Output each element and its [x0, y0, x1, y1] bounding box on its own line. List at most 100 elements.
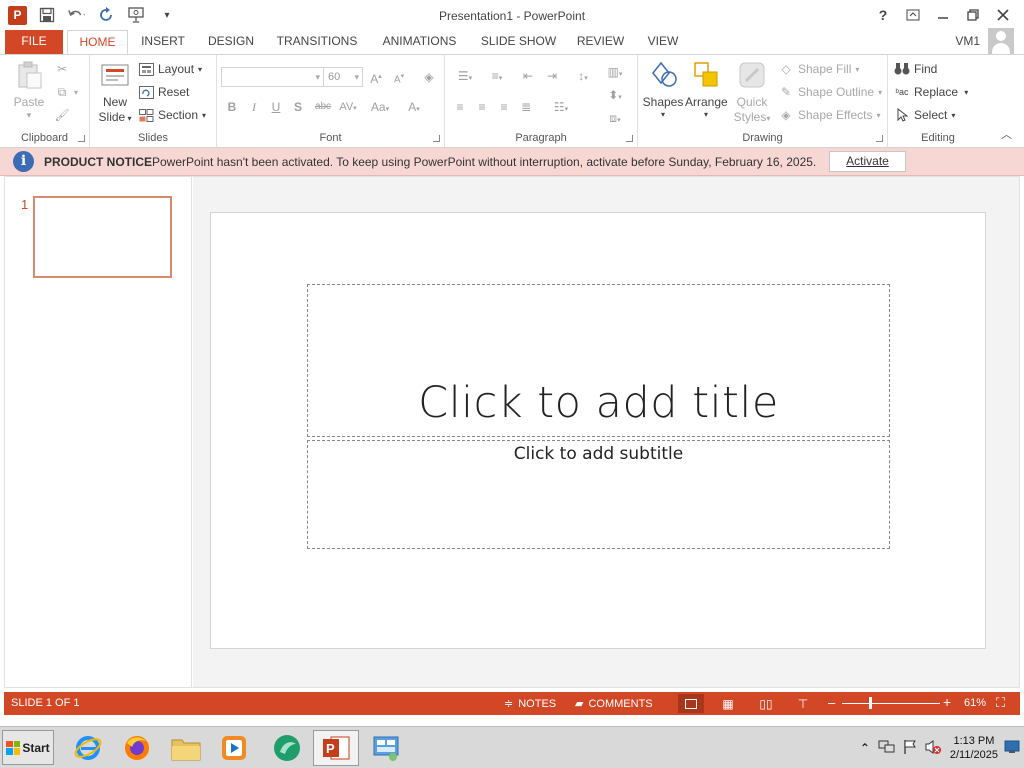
collapse-ribbon-icon[interactable]: ︿: [1001, 126, 1012, 142]
control-panel-app[interactable]: [363, 730, 409, 766]
align-left-icon[interactable]: ≡: [451, 98, 469, 116]
font-color-button[interactable]: A▾: [401, 98, 427, 116]
find-button[interactable]: Find: [894, 61, 937, 77]
clock[interactable]: 1:13 PM 2/11/2025: [950, 734, 998, 762]
align-center-icon[interactable]: ≡: [473, 98, 491, 116]
volume-muted-icon[interactable]: [924, 739, 942, 758]
align-right-icon[interactable]: ≡: [495, 98, 513, 116]
select-button[interactable]: Select ▾: [894, 107, 955, 123]
increase-indent-icon[interactable]: ⇥: [543, 67, 561, 85]
slide-thumbnail[interactable]: [33, 196, 172, 278]
tab-design[interactable]: DESIGN: [204, 30, 258, 54]
slide-show-button[interactable]: ⊤: [790, 694, 816, 713]
firefox-icon: [125, 736, 149, 760]
media-player-app[interactable]: [211, 730, 257, 766]
section-button[interactable]: Section ▾: [138, 107, 206, 123]
font-size-select[interactable]: 60: [323, 67, 363, 87]
normal-view-button[interactable]: [678, 694, 704, 713]
shape-effects-button[interactable]: ◈ Shape Effects ▾: [778, 107, 880, 123]
comments-button[interactable]: ▰ COMMENTS: [575, 697, 653, 711]
clipboard-launcher-icon[interactable]: [78, 135, 85, 142]
arrange-button[interactable]: Arrange ▾: [685, 59, 728, 120]
green-app[interactable]: [264, 730, 310, 766]
new-slide-button[interactable]: New Slide ▾: [94, 59, 136, 126]
bold-button[interactable]: B: [223, 98, 241, 116]
file-explorer-app[interactable]: [163, 730, 209, 766]
tab-file[interactable]: FILE: [5, 30, 63, 54]
columns-icon[interactable]: ▥▾: [601, 63, 629, 81]
internet-explorer-app[interactable]: [65, 730, 111, 766]
paragraph-launcher-icon[interactable]: [626, 135, 633, 142]
paste-label: Paste: [13, 95, 45, 109]
shape-outline-button[interactable]: ✎ Shape Outline ▾: [778, 84, 882, 100]
underline-button[interactable]: U: [267, 98, 285, 116]
tray-expand-icon[interactable]: ⌃: [860, 741, 870, 755]
clear-formatting-icon[interactable]: ◈: [420, 68, 438, 86]
replace-button[interactable]: ᵇac Replace ▾: [894, 84, 969, 100]
text-direction-icon[interactable]: ⬍▾: [601, 86, 629, 104]
drawing-launcher-icon[interactable]: [876, 135, 883, 142]
strikethrough-button[interactable]: abc: [311, 98, 335, 116]
shapes-button[interactable]: Shapes ▾: [642, 59, 684, 120]
copy-button[interactable]: ⧉ ▾: [54, 84, 78, 100]
restore-button[interactable]: [960, 4, 986, 26]
minimize-button[interactable]: [930, 4, 956, 26]
firefox-app[interactable]: [114, 730, 160, 766]
smartart-icon[interactable]: ⧈▾: [601, 109, 629, 127]
fit-slide-button[interactable]: ⛶: [996, 695, 1005, 711]
slide-thumbnails-pane[interactable]: 1: [5, 177, 192, 687]
tab-home[interactable]: HOME: [67, 30, 128, 54]
font-name-select[interactable]: [221, 67, 324, 87]
show-desktop-icon[interactable]: [1004, 740, 1020, 757]
tab-animations[interactable]: ANIMATIONS: [376, 30, 463, 54]
cut-button[interactable]: ✂: [54, 61, 70, 77]
notes-button[interactable]: ≑ NOTES: [504, 697, 556, 711]
columns-split-icon[interactable]: ☷▾: [547, 98, 575, 116]
decrease-indent-icon[interactable]: ⇤: [519, 67, 537, 85]
bullets-icon[interactable]: ☰▾: [451, 67, 479, 85]
zoom-in-button[interactable]: +: [943, 694, 951, 710]
zoom-slider-thumb[interactable]: [868, 697, 872, 709]
character-spacing-button[interactable]: AV▾: [335, 98, 361, 116]
layout-button[interactable]: Layout ▾: [138, 61, 202, 77]
grow-font-button[interactable]: A▴: [367, 68, 385, 86]
tab-slide-show[interactable]: SLIDE SHOW: [478, 30, 559, 54]
tab-insert[interactable]: INSERT: [136, 30, 190, 54]
tab-review[interactable]: REVIEW: [574, 30, 627, 54]
paragraph-group: ☰▾ ≡▾ ⇤ ⇥ ↕▾ ▥▾ ≡ ≡ ≡ ≣ ☷▾ ⬍▾ ⧈▾ Paragra…: [445, 55, 638, 147]
change-case-button[interactable]: Aa▾: [365, 98, 395, 116]
arrange-icon: [690, 59, 722, 91]
format-painter-button[interactable]: 🖌: [54, 107, 70, 123]
subtitle-placeholder[interactable]: Click to add subtitle: [307, 440, 890, 549]
zoom-level[interactable]: 61%: [964, 697, 986, 709]
title-placeholder[interactable]: Click to add title: [307, 284, 890, 437]
italic-button[interactable]: I: [245, 98, 263, 116]
line-spacing-icon[interactable]: ↕▾: [569, 67, 597, 85]
text-shadow-button[interactable]: S: [289, 98, 307, 116]
network-icon[interactable]: [878, 739, 896, 758]
zoom-out-button[interactable]: –: [828, 695, 835, 710]
shrink-font-button[interactable]: A▾: [390, 68, 408, 86]
action-center-flag-icon[interactable]: [902, 739, 918, 758]
close-button[interactable]: [990, 4, 1016, 26]
quick-styles-button[interactable]: Quick Styles▾: [730, 59, 774, 126]
zoom-slider[interactable]: [842, 703, 940, 704]
user-account[interactable]: VM1: [955, 28, 1014, 54]
shape-fill-button[interactable]: ◇ Shape Fill ▾: [778, 61, 859, 77]
reading-view-button[interactable]: ▯▯: [753, 694, 779, 713]
reset-button[interactable]: Reset: [138, 84, 189, 100]
slide-editing-canvas[interactable]: Click to add title Click to add subtitle: [193, 177, 1019, 687]
paste-button[interactable]: Paste ▾: [8, 59, 50, 120]
start-button[interactable]: Start: [2, 730, 54, 765]
font-launcher-icon[interactable]: [433, 135, 440, 142]
activate-button[interactable]: Activate: [829, 151, 906, 172]
slide[interactable]: Click to add title Click to add subtitle: [210, 212, 986, 649]
tab-transitions[interactable]: TRANSITIONS: [273, 30, 361, 54]
justify-icon[interactable]: ≣: [517, 98, 535, 116]
help-button[interactable]: ?: [870, 4, 896, 26]
powerpoint-taskbar-app[interactable]: P: [313, 730, 359, 766]
slide-sorter-view-button[interactable]: ▦: [715, 694, 741, 713]
numbering-icon[interactable]: ≡▾: [483, 67, 511, 85]
tab-view[interactable]: VIEW: [642, 30, 684, 54]
ribbon-display-options-button[interactable]: [900, 4, 926, 26]
